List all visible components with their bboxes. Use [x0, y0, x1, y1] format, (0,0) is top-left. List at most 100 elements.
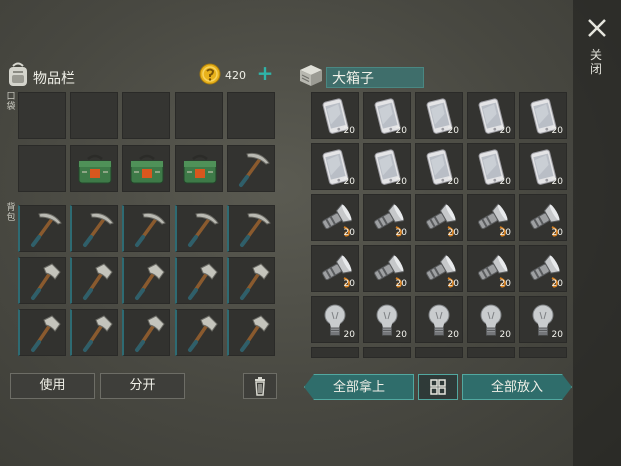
sort-grid-button[interactable] — [418, 374, 458, 400]
backpack-slot[interactable] — [227, 309, 275, 356]
item-count: 20 — [343, 126, 355, 136]
pocket-slot[interactable] — [18, 92, 66, 139]
chest-slot[interactable]: 20 — [363, 143, 411, 190]
pocket-label: 口袋 — [6, 92, 16, 112]
chest-slot-partial[interactable] — [363, 347, 411, 358]
pocket-slot[interactable] — [122, 92, 170, 139]
backpack-slot[interactable] — [70, 309, 118, 356]
item-count: 20 — [551, 330, 563, 340]
chest-slot[interactable]: 20 — [519, 296, 567, 343]
item-count: 20 — [447, 126, 459, 136]
item-count: 20 — [395, 279, 407, 289]
pocket-slot[interactable] — [18, 145, 66, 192]
chest-slot[interactable]: 20 — [311, 245, 359, 292]
backpack-slot[interactable] — [122, 257, 170, 304]
chest-icon — [298, 62, 324, 88]
backpack-slot[interactable] — [227, 257, 275, 304]
close-label[interactable]: 关闭 — [588, 48, 604, 76]
chest-slot[interactable]: 20 — [311, 92, 359, 139]
item-count: 20 — [499, 228, 511, 238]
pocket-slot[interactable] — [70, 145, 118, 192]
chest-title: 大箱子 — [332, 71, 374, 87]
item-count: 20 — [343, 279, 355, 289]
backpack-slot[interactable] — [18, 205, 66, 252]
chest-slot[interactable]: 20 — [415, 143, 463, 190]
inventory-title: 物品栏 — [33, 71, 75, 87]
item-count: 20 — [551, 279, 563, 289]
item-count: 20 — [499, 279, 511, 289]
backpack-slot[interactable] — [70, 257, 118, 304]
add-coins-button[interactable]: + — [256, 63, 274, 83]
chest-slot[interactable]: 20 — [519, 245, 567, 292]
item-count: 20 — [499, 177, 511, 187]
item-count: 20 — [447, 228, 459, 238]
backpack-label: 背包 — [6, 203, 16, 223]
chest-slot-partial[interactable] — [467, 347, 515, 358]
item-count: 20 — [447, 330, 459, 340]
chest-slot[interactable]: 20 — [519, 143, 567, 190]
trash-button[interactable] — [243, 373, 277, 399]
item-count: 20 — [395, 228, 407, 238]
backpack-slot[interactable] — [227, 205, 275, 252]
pocket-slot[interactable] — [175, 92, 223, 139]
item-count: 20 — [447, 279, 459, 289]
coin-amount: 420 — [225, 69, 246, 82]
split-button[interactable]: 分开 — [100, 373, 185, 399]
item-count: 20 — [343, 177, 355, 187]
backpack-slot[interactable] — [18, 257, 66, 304]
pocket-slot[interactable] — [122, 145, 170, 192]
item-count: 20 — [499, 330, 511, 340]
item-count: 20 — [447, 177, 459, 187]
chest-slot[interactable]: 20 — [363, 194, 411, 241]
trash-icon — [255, 377, 265, 396]
pocket-slot[interactable] — [70, 92, 118, 139]
chest-slot[interactable]: 20 — [467, 143, 515, 190]
item-count: 20 — [395, 330, 407, 340]
pocket-slot[interactable] — [227, 145, 275, 192]
backpack-slot[interactable] — [70, 205, 118, 252]
close-x-icon — [588, 19, 606, 37]
backpack-slot[interactable] — [175, 309, 223, 356]
item-count: 20 — [343, 228, 355, 238]
use-button[interactable]: 使用 — [10, 373, 95, 399]
backpack-slot[interactable] — [122, 309, 170, 356]
chest-slot[interactable]: 20 — [415, 245, 463, 292]
chest-slot[interactable]: 20 — [467, 245, 515, 292]
chest-slot[interactable]: 20 — [363, 296, 411, 343]
backpack-slot[interactable] — [18, 309, 66, 356]
item-count: 20 — [499, 126, 511, 136]
chest-slot-partial[interactable] — [311, 347, 359, 358]
backpack-slot[interactable] — [175, 257, 223, 304]
chest-slot[interactable]: 20 — [363, 245, 411, 292]
put-all-button[interactable]: 全部放入 — [462, 374, 572, 400]
chest-slot-partial[interactable] — [415, 347, 463, 358]
chest-slot[interactable]: 20 — [415, 92, 463, 139]
item-count: 20 — [551, 228, 563, 238]
backpack-slot[interactable] — [122, 205, 170, 252]
item-count: 20 — [343, 330, 355, 340]
take-all-button[interactable]: 全部拿上 — [304, 374, 414, 400]
pocket-slot[interactable] — [227, 92, 275, 139]
item-count: 20 — [395, 126, 407, 136]
grid-icon — [430, 379, 446, 395]
plus-icon: + — [256, 61, 274, 85]
item-count: 20 — [395, 177, 407, 187]
chest-slot[interactable]: 20 — [467, 92, 515, 139]
chest-slot[interactable]: 20 — [415, 194, 463, 241]
chest-slot-partial[interactable] — [519, 347, 567, 358]
chest-slot[interactable]: 20 — [415, 296, 463, 343]
chest-slot[interactable]: 20 — [467, 194, 515, 241]
chest-slot[interactable]: 20 — [519, 194, 567, 241]
backpack-slot[interactable] — [175, 205, 223, 252]
chest-slot[interactable]: 20 — [519, 92, 567, 139]
backpack-icon — [6, 62, 30, 88]
close-button[interactable] — [583, 14, 611, 42]
pocket-slot[interactable] — [175, 145, 223, 192]
chest-slot[interactable]: 20 — [467, 296, 515, 343]
coin-icon — [199, 63, 221, 85]
chest-slot[interactable]: 20 — [311, 296, 359, 343]
chest-slot[interactable]: 20 — [311, 143, 359, 190]
chest-slot[interactable]: 20 — [311, 194, 359, 241]
chest-slot[interactable]: 20 — [363, 92, 411, 139]
item-count: 20 — [551, 177, 563, 187]
